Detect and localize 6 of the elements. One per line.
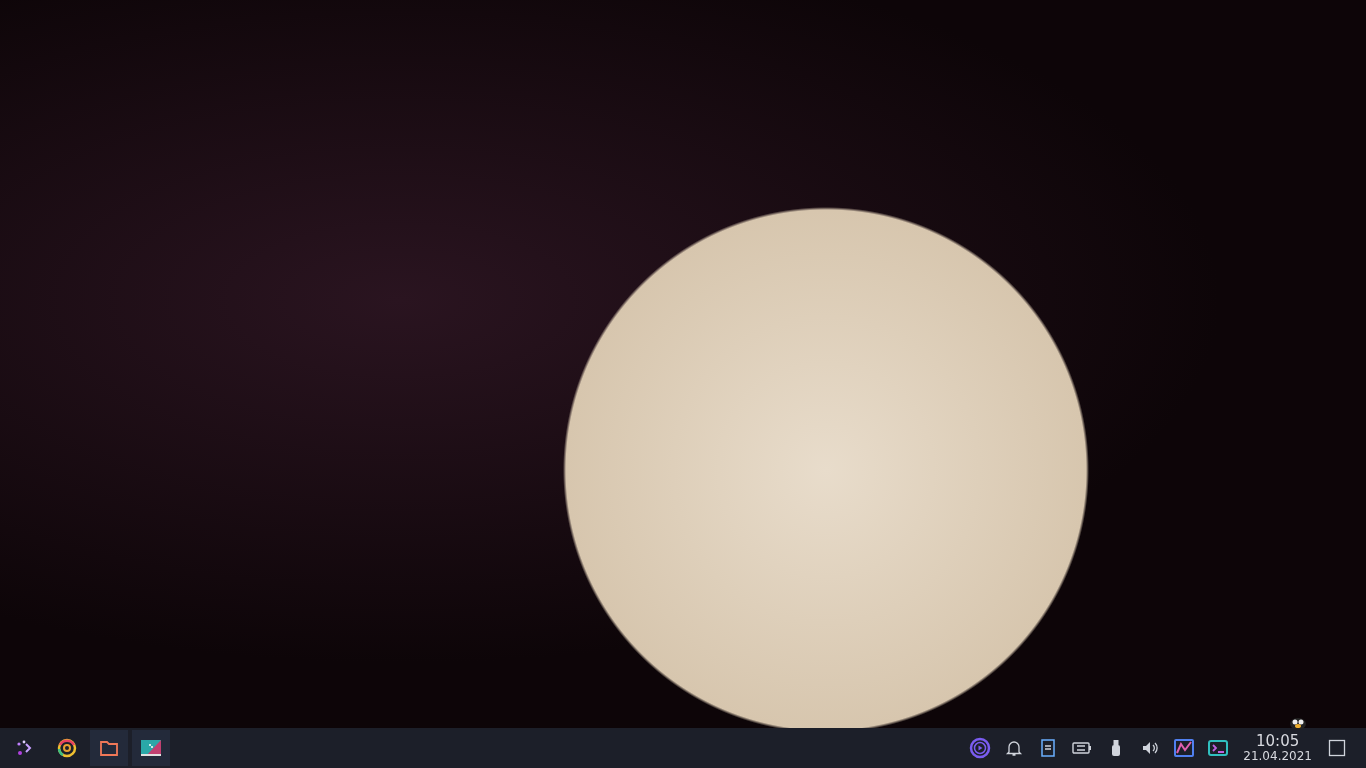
task-button[interactable] bbox=[132, 730, 170, 766]
browser-icon bbox=[56, 737, 78, 759]
task-button[interactable] bbox=[90, 730, 128, 766]
store-icon bbox=[140, 737, 162, 759]
clock[interactable]: 10:05 21.04.2021 bbox=[1237, 733, 1318, 763]
show-desktop-icon bbox=[1328, 739, 1346, 757]
